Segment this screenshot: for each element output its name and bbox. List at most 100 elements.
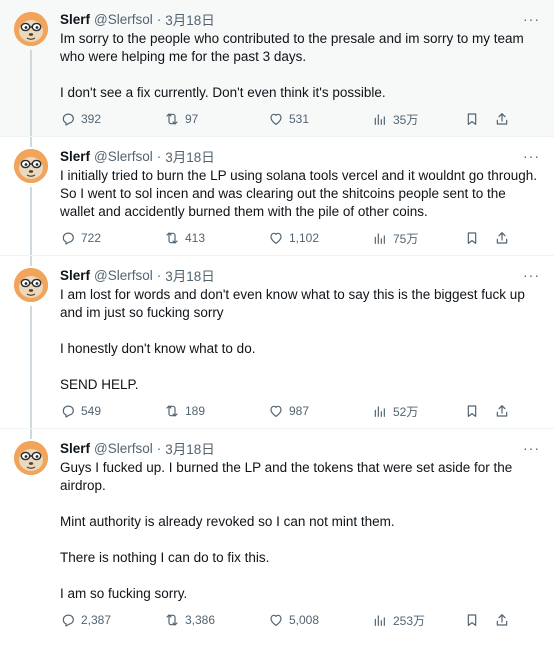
separator-dot: · <box>156 440 162 456</box>
like-button[interactable]: 5,008 <box>268 612 372 628</box>
share-icon <box>496 405 508 417</box>
reply-icon <box>62 113 74 126</box>
avatar[interactable] <box>14 12 48 46</box>
bookmark-icon <box>467 405 477 417</box>
thread-connector <box>30 306 32 428</box>
bookmark-button[interactable] <box>460 612 484 628</box>
tweet-paragraph: I initially tried to burn the LP using s… <box>60 168 538 219</box>
user-handle[interactable]: @Slerfsol <box>94 149 153 164</box>
views-icon <box>374 114 385 125</box>
tweet-paragraph: I honestly don't know what to do. <box>60 341 256 356</box>
tweet-header: Slerf @Slerfsol · 3月18日 ··· <box>60 10 540 28</box>
like-count: 1,102 <box>289 231 320 245</box>
reply-icon <box>62 614 74 627</box>
views-button[interactable]: 35万 <box>372 111 460 128</box>
reply-button[interactable]: 2,387 <box>60 612 164 628</box>
reply-count: 392 <box>81 112 102 126</box>
tweet[interactable]: Slerf @Slerfsol · 3月18日 ··· I am lost fo… <box>0 255 554 428</box>
user-handle[interactable]: @Slerfsol <box>94 12 153 27</box>
repost-icon <box>166 614 178 626</box>
share-icon <box>496 614 508 626</box>
tweet-paragraph: Im sorry to the people who contributed t… <box>60 31 524 64</box>
action-bar: 549 189 987 52万 <box>60 394 540 428</box>
heart-icon <box>270 232 282 244</box>
user-handle[interactable]: @Slerfsol <box>94 441 153 456</box>
tweet-text: I initially tried to burn the LP using s… <box>60 167 540 221</box>
reply-button[interactable]: 392 <box>60 111 164 127</box>
avatar[interactable] <box>14 268 48 302</box>
repost-count: 97 <box>185 112 199 126</box>
thread-connector <box>30 50 32 136</box>
reply-button[interactable]: 549 <box>60 403 164 419</box>
reply-count: 722 <box>81 231 102 245</box>
views-count: 35万 <box>393 112 419 127</box>
tweet[interactable]: Slerf @Slerfsol · 3月18日 ··· Im sorry to … <box>0 0 554 136</box>
action-bar: 2,387 3,386 5,008 253万 <box>60 603 540 637</box>
tweet-date[interactable]: 3月18日 <box>165 146 215 166</box>
action-bar: 722 413 1,102 75万 <box>60 221 540 255</box>
views-icon <box>374 615 385 626</box>
share-icon <box>496 232 508 244</box>
tweet-paragraph: SEND HELP. <box>60 377 139 392</box>
tweet-date[interactable]: 3月18日 <box>165 265 215 285</box>
like-button[interactable]: 1,102 <box>268 230 372 246</box>
reply-count: 549 <box>81 404 102 418</box>
tweet-paragraph: There is nothing I can do to fix this. <box>60 550 270 565</box>
heart-icon <box>270 614 282 626</box>
thread-connector <box>30 256 32 266</box>
heart-icon <box>270 405 282 417</box>
more-options-button[interactable]: ··· <box>523 148 540 164</box>
tweet-thread: Slerf @Slerfsol · 3月18日 ··· Im sorry to … <box>0 0 554 637</box>
like-button[interactable]: 531 <box>268 111 372 127</box>
tweet-header: Slerf @Slerfsol · 3月18日 ··· <box>60 147 540 165</box>
like-count: 5,008 <box>289 613 320 627</box>
display-name[interactable]: Slerf <box>60 268 90 283</box>
tweet-paragraph: Mint authority is already revoked so I c… <box>60 514 395 529</box>
bookmark-icon <box>467 614 477 626</box>
repost-button[interactable]: 189 <box>164 403 268 419</box>
more-options-button[interactable]: ··· <box>523 267 540 283</box>
more-options-button[interactable]: ··· <box>523 440 540 456</box>
sloth-avatar-icon <box>14 149 48 183</box>
user-handle[interactable]: @Slerfsol <box>94 268 153 283</box>
separator-dot: · <box>156 11 162 27</box>
bookmark-icon <box>467 232 477 244</box>
tweet-header: Slerf @Slerfsol · 3月18日 ··· <box>60 266 540 284</box>
repost-button[interactable]: 413 <box>164 230 268 246</box>
bookmark-button[interactable] <box>460 230 484 246</box>
share-button[interactable] <box>490 612 514 628</box>
bookmark-button[interactable] <box>460 403 484 419</box>
display-name[interactable]: Slerf <box>60 149 90 164</box>
repost-button[interactable]: 3,386 <box>164 612 268 628</box>
share-button[interactable] <box>490 111 514 127</box>
views-button[interactable]: 253万 <box>372 612 460 629</box>
bookmark-button[interactable] <box>460 111 484 127</box>
reply-icon <box>62 232 74 245</box>
repost-button[interactable]: 97 <box>164 111 268 127</box>
views-button[interactable]: 75万 <box>372 230 460 247</box>
heart-icon <box>270 113 282 125</box>
views-button[interactable]: 52万 <box>372 403 460 420</box>
tweet-header: Slerf @Slerfsol · 3月18日 ··· <box>60 439 540 457</box>
display-name[interactable]: Slerf <box>60 12 90 27</box>
views-count: 253万 <box>393 613 426 628</box>
tweet-date[interactable]: 3月18日 <box>165 438 215 458</box>
tweet-paragraph: I am lost for words and don't even know … <box>60 287 525 320</box>
share-button[interactable] <box>490 403 514 419</box>
thread-connector <box>30 137 32 147</box>
avatar[interactable] <box>14 149 48 183</box>
like-button[interactable]: 987 <box>268 403 372 419</box>
reply-icon <box>62 405 74 418</box>
reply-button[interactable]: 722 <box>60 230 164 246</box>
sloth-avatar-icon <box>14 268 48 302</box>
tweet-date[interactable]: 3月18日 <box>165 9 215 29</box>
more-options-button[interactable]: ··· <box>523 11 540 27</box>
tweet[interactable]: Slerf @Slerfsol · 3月18日 ··· I initially … <box>0 136 554 255</box>
tweet[interactable]: Slerf @Slerfsol · 3月18日 ··· Guys I fucke… <box>0 428 554 637</box>
repost-icon <box>166 113 178 125</box>
share-button[interactable] <box>490 230 514 246</box>
avatar[interactable] <box>14 441 48 475</box>
display-name[interactable]: Slerf <box>60 441 90 456</box>
tweet-text: Guys I fucked up. I burned the LP and th… <box>60 459 540 603</box>
tweet-paragraph: I don't see a fix currently. Don't even … <box>60 85 386 100</box>
